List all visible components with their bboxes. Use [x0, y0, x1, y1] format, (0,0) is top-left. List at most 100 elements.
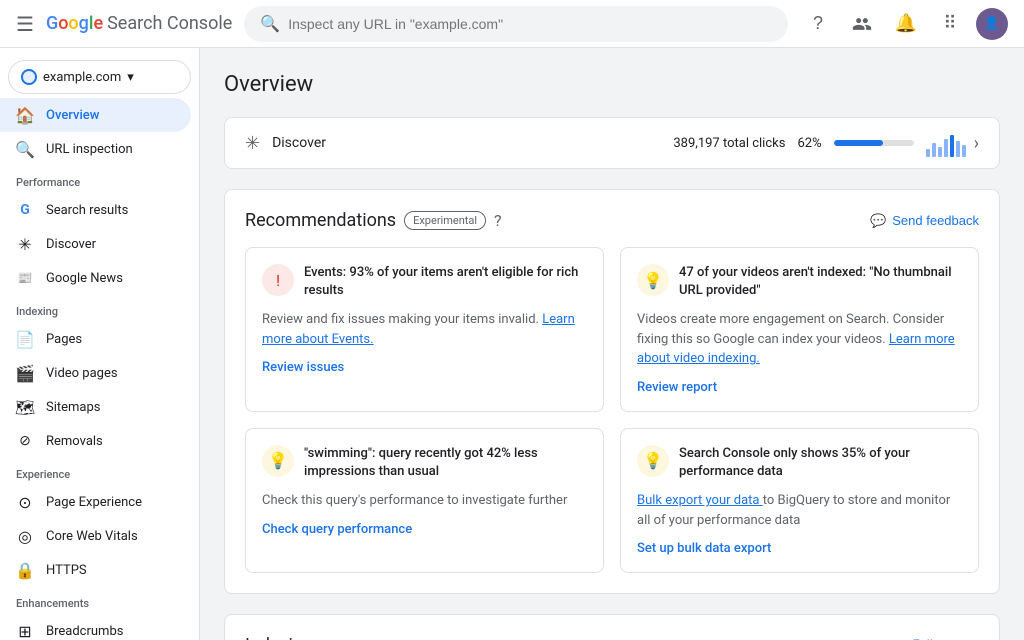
- indexing-header: Indexing Full report ›: [245, 635, 979, 640]
- nav-item-https[interactable]: 🔒 HTTPS: [0, 553, 191, 587]
- nav-item-google-news[interactable]: 📰 Google News: [0, 261, 191, 295]
- breadcrumbs-icon: ⊞: [16, 622, 34, 640]
- rec-card-3-header: 💡 Search Console only shows 35% of your …: [637, 445, 962, 481]
- page-title: Overview: [224, 72, 1000, 97]
- nav-label-url-inspection: URL inspection: [46, 142, 133, 157]
- app-logo[interactable]: Google Search Console: [46, 13, 232, 34]
- send-feedback-label: Send feedback: [892, 213, 979, 228]
- section-label-experience: Experience: [0, 458, 199, 485]
- rec-card-2-header: 💡 "swimming": query recently got 42% les…: [262, 445, 587, 481]
- rec-title: Recommendations: [245, 210, 396, 231]
- discover-bar-chevron[interactable]: ›: [974, 133, 979, 154]
- discover-bar-label: Discover: [272, 135, 673, 151]
- nav-label-overview: Overview: [46, 108, 99, 123]
- rec-card-3-title: Search Console only shows 35% of your pe…: [679, 445, 962, 481]
- notifications-button[interactable]: 🔔: [888, 6, 924, 42]
- rec-card-1-header: 💡 47 of your videos aren't indexed: "No …: [637, 264, 962, 300]
- rec-card-1-title: 47 of your videos aren't indexed: "No th…: [679, 264, 962, 300]
- recommendations-section: Recommendations Experimental ? 💬 Send fe…: [224, 189, 1000, 594]
- indexing-section: Indexing Full report › 📄 Page indexing: [224, 614, 1000, 640]
- nav-item-pages[interactable]: 📄 Pages: [0, 322, 191, 356]
- discover-percent: 62%: [797, 136, 821, 151]
- rec-grid: ! Events: 93% of your items aren't eligi…: [245, 247, 979, 573]
- discover-progress-fill: [834, 140, 884, 146]
- rec-help-icon[interactable]: ?: [494, 211, 502, 230]
- apps-button[interactable]: ⠿: [932, 6, 968, 42]
- discover-bar[interactable]: ✳ Discover 389,197 total clicks 62%: [224, 117, 1000, 169]
- search-input[interactable]: [288, 16, 772, 32]
- site-selector-label: example.com: [43, 70, 121, 85]
- section-label-enhancements: Enhancements: [0, 587, 199, 614]
- rec-card-0-action[interactable]: Review issues: [262, 360, 344, 375]
- rec-card-3: 💡 Search Console only shows 35% of your …: [620, 428, 979, 573]
- pages-icon: 📄: [16, 330, 34, 348]
- topbar: ☰ Google Search Console 🔍 ? 🔔 ⠿ 👤: [0, 0, 1024, 48]
- nav-label-video-pages: Video pages: [46, 366, 118, 381]
- rec-card-2-icon: 💡: [262, 445, 294, 477]
- nav-item-url-inspection[interactable]: 🔍 URL inspection: [0, 132, 191, 166]
- avatar[interactable]: 👤: [976, 8, 1008, 40]
- nav-item-overview[interactable]: 🏠 Overview: [0, 98, 191, 132]
- site-selector-dropdown-icon: ▾: [127, 70, 178, 85]
- search-nav-icon: 🔍: [16, 140, 34, 158]
- search-icon: 🔍: [260, 14, 280, 33]
- nav-item-video-pages[interactable]: 🎬 Video pages: [0, 356, 191, 390]
- rec-header: Recommendations Experimental ? 💬 Send fe…: [245, 210, 979, 231]
- rec-card-0-icon: !: [262, 264, 294, 296]
- rec-card-1-action[interactable]: Review report: [637, 380, 717, 395]
- discover-stats: 389,197 total clicks 62%: [673, 129, 965, 157]
- discover-progress-bar: [834, 140, 914, 146]
- https-icon: 🔒: [16, 561, 34, 579]
- feedback-icon: 💬: [870, 213, 886, 229]
- rec-card-2-action[interactable]: Check query performance: [262, 522, 412, 537]
- rec-card-1-icon: 💡: [637, 264, 669, 296]
- nav-label-removals: Removals: [46, 434, 103, 449]
- discover-total-clicks: 389,197 total clicks: [673, 136, 785, 151]
- video-icon: 🎬: [16, 364, 34, 382]
- site-selector[interactable]: example.com ▾: [8, 60, 191, 94]
- rec-card-3-link[interactable]: Bulk export your data: [637, 493, 763, 508]
- rec-card-0-title: Events: 93% of your items aren't eligibl…: [304, 264, 587, 300]
- nav-label-google-news: Google News: [46, 271, 123, 286]
- rec-card-3-action[interactable]: Set up bulk data export: [637, 541, 771, 556]
- sitemaps-icon: 🗺: [16, 398, 34, 416]
- rec-card-2-body: Check this query's performance to invest…: [262, 491, 587, 511]
- avatar-initials: 👤: [984, 16, 1000, 31]
- nav-item-search-results[interactable]: G Search results: [0, 193, 191, 227]
- nav-label-search-results: Search results: [46, 203, 128, 218]
- removals-icon: ⊘: [16, 432, 34, 450]
- nav-item-removals[interactable]: ⊘ Removals: [0, 424, 191, 458]
- app-title: Search Console: [107, 13, 232, 34]
- nav-label-https: HTTPS: [46, 563, 87, 578]
- rec-card-2-title: "swimming": query recently got 42% less …: [304, 445, 587, 481]
- nav-item-sitemaps[interactable]: 🗺 Sitemaps: [0, 390, 191, 424]
- search-bar[interactable]: 🔍: [244, 6, 788, 42]
- nav-label-breadcrumbs: Breadcrumbs: [46, 624, 123, 639]
- nav-item-core-web-vitals[interactable]: ◎ Core Web Vitals: [0, 519, 191, 553]
- menu-icon[interactable]: ☰: [16, 12, 34, 36]
- rec-card-2: 💡 "swimming": query recently got 42% les…: [245, 428, 604, 573]
- rec-card-3-icon: 💡: [637, 445, 669, 477]
- accounts-button[interactable]: [844, 6, 880, 42]
- topbar-icons: ? 🔔 ⠿ 👤: [800, 6, 1008, 42]
- rec-card-1: 💡 47 of your videos aren't indexed: "No …: [620, 247, 979, 412]
- discover-bar-icon: ✳: [245, 133, 260, 154]
- nav-item-discover[interactable]: ✳ Discover: [0, 227, 191, 261]
- nav-item-page-experience[interactable]: ⊙ Page Experience: [0, 485, 191, 519]
- rec-card-3-body: Bulk export your data to BigQuery to sto…: [637, 491, 962, 530]
- experimental-badge: Experimental: [404, 211, 486, 230]
- cwv-icon: ◎: [16, 527, 34, 545]
- send-feedback-button[interactable]: 💬 Send feedback: [870, 213, 979, 229]
- rec-card-1-body: Videos create more engagement on Search.…: [637, 310, 962, 369]
- nav-label-sitemaps: Sitemaps: [46, 400, 101, 415]
- help-button[interactable]: ?: [800, 6, 836, 42]
- rec-card-0: ! Events: 93% of your items aren't eligi…: [245, 247, 604, 412]
- nav-label-page-experience: Page Experience: [46, 495, 142, 510]
- section-label-performance: Performance: [0, 166, 199, 193]
- rec-card-0-body: Review and fix issues making your items …: [262, 310, 587, 349]
- nav-label-core-web-vitals: Core Web Vitals: [46, 529, 138, 544]
- google-g-icon: G: [16, 201, 34, 219]
- nav-item-breadcrumbs[interactable]: ⊞ Breadcrumbs: [0, 614, 191, 640]
- discover-mini-chart: [926, 129, 966, 157]
- nav-label-pages: Pages: [46, 332, 82, 347]
